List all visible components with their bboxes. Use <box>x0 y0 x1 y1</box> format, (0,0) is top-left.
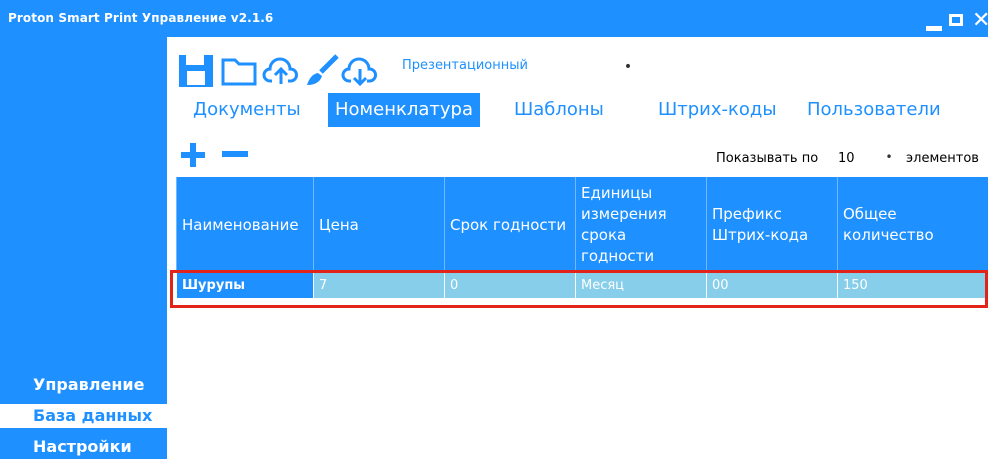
page-size-suffix: элементов <box>906 151 979 166</box>
column-header[interactable]: Префикс Штрих-кода <box>706 177 837 273</box>
cloud-download-icon[interactable] <box>341 53 379 89</box>
page-size-value[interactable]: 10 <box>838 151 855 166</box>
tab-bar: Документы Номенклатура Шаблоны Штрих-код… <box>167 93 988 133</box>
save-icon[interactable] <box>177 53 215 89</box>
toolbar <box>167 37 988 93</box>
sidebar: Управление База данных Настройки <box>0 37 167 459</box>
tab-nomenclature[interactable]: Номенклатура <box>328 93 480 127</box>
maximize-button[interactable] <box>949 14 963 26</box>
tab-users[interactable]: Пользователи <box>800 93 948 127</box>
minus-icon[interactable] <box>222 151 248 157</box>
plus-icon[interactable] <box>181 143 205 167</box>
column-header[interactable]: Единицы измерения срока годности <box>575 177 706 273</box>
folder-icon[interactable] <box>220 53 258 89</box>
column-header[interactable]: Срок годности <box>444 177 575 273</box>
chevron-down-icon[interactable]: • <box>616 55 640 79</box>
chevron-down-icon[interactable]: • <box>880 148 898 166</box>
tab-barcodes[interactable]: Штрих-коды <box>651 93 784 127</box>
column-header[interactable]: Наименование <box>176 177 313 273</box>
brush-icon[interactable] <box>303 53 341 89</box>
minimize-button[interactable] <box>926 26 942 31</box>
sidebar-item-settings[interactable]: Настройки <box>0 435 167 459</box>
list-controls <box>167 133 988 177</box>
tab-documents[interactable]: Документы <box>186 93 308 127</box>
profile-select-value[interactable]: Презентационный <box>402 58 528 73</box>
page-size-label: Показывать по <box>716 151 819 166</box>
column-header[interactable]: Цена <box>313 177 444 273</box>
sidebar-item-management[interactable]: Управление <box>0 373 167 397</box>
close-icon[interactable]: ✕ <box>972 8 988 34</box>
table-header: Наименование Цена Срок годности Единицы … <box>176 177 988 273</box>
tab-templates[interactable]: Шаблоны <box>507 93 611 127</box>
app-title: Proton Smart Print Управление v2.1.6 <box>8 11 274 25</box>
cloud-upload-icon[interactable] <box>262 53 300 89</box>
title-bar: Proton Smart Print Управление v2.1.6 ✕ <box>0 0 988 37</box>
sidebar-item-database[interactable]: База данных <box>0 404 167 428</box>
column-header[interactable]: Общее количество <box>837 177 988 273</box>
row-highlight <box>170 270 988 308</box>
